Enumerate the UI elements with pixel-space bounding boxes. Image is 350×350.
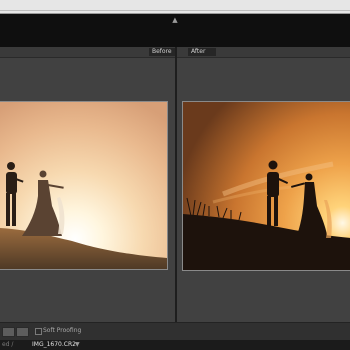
after-photo-image <box>183 102 350 270</box>
after-label: After <box>188 48 216 56</box>
after-photo <box>182 101 350 271</box>
before-after-view-icon[interactable] <box>16 327 29 337</box>
filename-label[interactable]: IMG_1670.CR2 <box>32 341 76 349</box>
before-photo-image <box>0 102 167 269</box>
before-label: Before <box>149 48 175 56</box>
triangle-up-icon[interactable]: ▲ <box>170 16 180 24</box>
loupe-view-icon[interactable] <box>2 327 15 337</box>
soft-proofing-label: Soft Proofing <box>43 327 82 334</box>
path-prefix: ed / <box>2 341 14 348</box>
before-photo <box>0 101 168 270</box>
caret-down-icon[interactable]: ▼ <box>75 341 80 349</box>
window-top-strip <box>0 0 350 14</box>
soft-proofing-checkbox[interactable] <box>35 328 42 335</box>
